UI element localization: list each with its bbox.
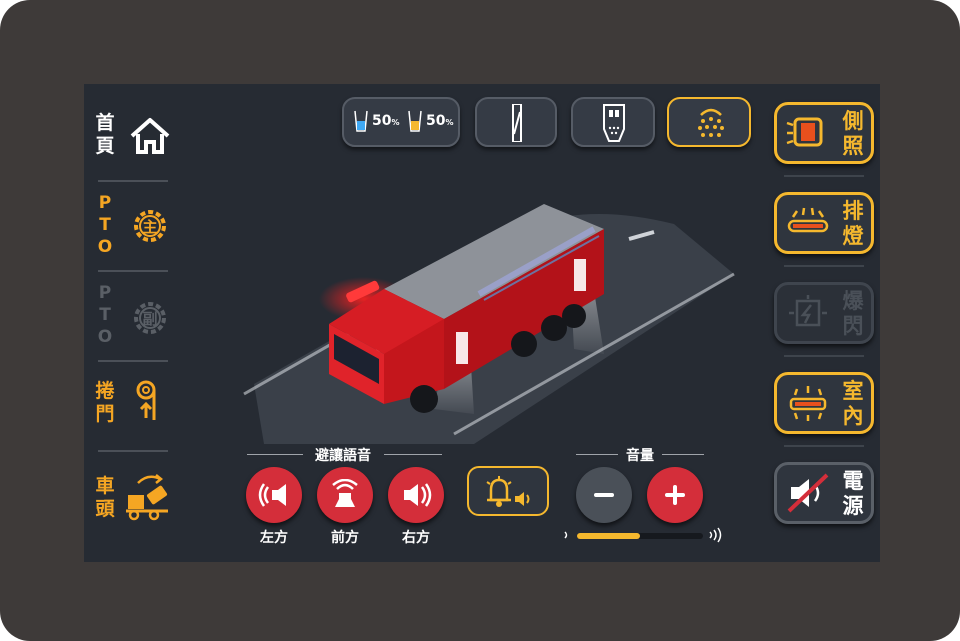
- spray-button[interactable]: [667, 97, 751, 147]
- nav-roller-door[interactable]: 捲 門: [84, 364, 179, 450]
- nav-home[interactable]: 首 頁: [84, 94, 179, 180]
- mast-icon: [512, 104, 522, 142]
- siren-front-label: 前方: [331, 530, 359, 546]
- nav-cab[interactable]: 車 頭: [84, 459, 179, 545]
- gear-sub-icon: 副: [134, 302, 166, 334]
- siren-left-button[interactable]: [246, 467, 302, 523]
- nav-divider: [98, 450, 168, 452]
- power-mute-icon: [787, 473, 829, 513]
- volume-low-icon: [564, 531, 568, 539]
- interior-light-label: 室 內: [842, 379, 864, 428]
- screen: 首 頁 P T O 主 P T O 副 捲 門 車 頭 50% 50% 側 照 …: [84, 84, 880, 562]
- water-foam-tank-button[interactable]: 50% 50%: [342, 97, 460, 147]
- nav-divider: [98, 270, 168, 272]
- side-light-button[interactable]: 側 照: [774, 102, 874, 164]
- foam-tank-level: 50%: [426, 113, 454, 129]
- nav-cab-label: 車 頭: [95, 475, 115, 520]
- siren-title-line-left: [247, 454, 303, 455]
- minus-icon: [594, 493, 614, 497]
- gear-sub-badge: 副: [142, 310, 157, 328]
- volume-slider[interactable]: [577, 533, 703, 539]
- right-divider: [784, 265, 864, 267]
- siren-right-label: 右方: [402, 530, 430, 546]
- remote-icon: [603, 104, 625, 142]
- light-bar-icon: [787, 207, 829, 233]
- alarm-bell-icon: [486, 476, 530, 507]
- power-button[interactable]: 電 源: [774, 462, 874, 524]
- nav-home-label: 首 頁: [95, 112, 115, 157]
- foam-tank-icon: [408, 110, 422, 132]
- right-divider: [784, 355, 864, 357]
- right-divider: [784, 445, 864, 447]
- fire-truck-illustration: [243, 204, 735, 444]
- gear-main-icon: 主: [134, 210, 166, 242]
- siren-title: 避讓語音: [315, 448, 371, 464]
- volume-up-button[interactable]: [647, 467, 703, 523]
- side-light-label: 側 照: [842, 109, 864, 158]
- alarm-button[interactable]: [467, 466, 549, 516]
- water-tank-icon: [354, 110, 368, 132]
- interior-light-icon: [789, 386, 827, 421]
- home-icon: [130, 118, 170, 154]
- nav-divider: [98, 360, 168, 362]
- mast-light-button[interactable]: [475, 97, 557, 147]
- cab-tilt-icon: [126, 474, 168, 521]
- left-nav: 首 頁 P T O 主 P T O 副 捲 門 車 頭: [84, 84, 179, 562]
- volume-title: 音量: [626, 448, 654, 464]
- siren-left-label: 左方: [260, 530, 288, 546]
- nav-pto-main-label: P T O: [97, 193, 113, 257]
- strobe-button[interactable]: 爆 閃: [774, 282, 874, 344]
- nav-roller-door-label: 捲 門: [95, 380, 115, 425]
- spray-icon: [698, 108, 724, 137]
- speaker-right-icon: [404, 483, 432, 507]
- nav-pto-main[interactable]: P T O 主: [84, 184, 179, 270]
- siren-right-button[interactable]: [388, 467, 444, 523]
- siren-title-line-right: [384, 454, 442, 455]
- remote-control-button[interactable]: [571, 97, 655, 147]
- volume-title-line-left: [576, 454, 618, 455]
- light-bar-label: 排 燈: [842, 199, 864, 248]
- volume-down-button[interactable]: [576, 467, 632, 523]
- water-tank-level: 50%: [372, 113, 400, 129]
- nav-pto-sub-label: P T O: [97, 283, 113, 347]
- nav-divider: [98, 180, 168, 182]
- power-label: 電 源: [842, 469, 864, 518]
- volume-title-line-right: [662, 454, 704, 455]
- volume-high-icon: [709, 527, 722, 543]
- speaker-left-icon: [258, 483, 286, 507]
- interior-light-button[interactable]: 室 內: [774, 372, 874, 434]
- nav-pto-sub[interactable]: P T O 副: [84, 274, 179, 360]
- volume-slider-fill: [577, 533, 640, 539]
- gear-main-badge: 主: [142, 218, 157, 236]
- light-bar-button[interactable]: 排 燈: [774, 192, 874, 254]
- side-light-icon: [786, 117, 823, 147]
- strobe-label: 爆 閃: [842, 289, 864, 338]
- plus-icon: [665, 485, 685, 505]
- strobe-icon: [789, 295, 827, 327]
- siren-front-button[interactable]: [317, 467, 373, 523]
- speaker-front-icon: [332, 479, 358, 507]
- roller-door-icon: [136, 380, 156, 420]
- right-divider: [784, 175, 864, 177]
